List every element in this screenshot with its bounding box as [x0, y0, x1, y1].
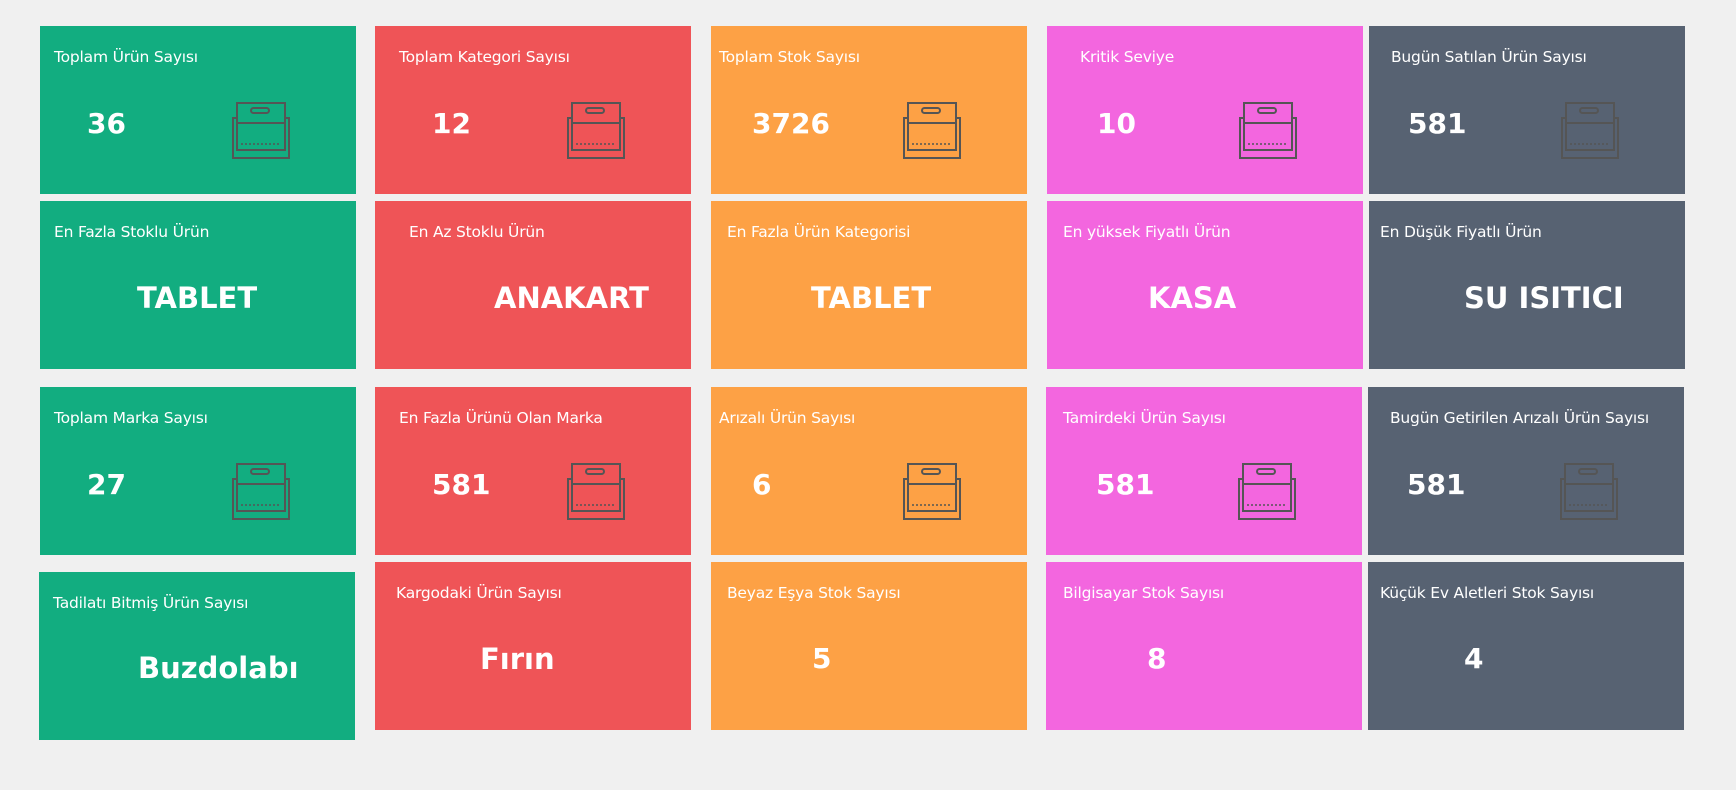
card-lowest-price-product[interactable]: En Düşük Fiyatlı Ürün SU ISITICI — [1369, 201, 1685, 369]
card-value: 6 — [752, 468, 772, 501]
inbox-icon — [567, 102, 625, 159]
card-title: Bilgisayar Stok Sayısı — [1063, 584, 1225, 602]
inbox-icon — [232, 463, 290, 520]
card-value: 5 — [812, 642, 832, 675]
card-highest-price-product[interactable]: En yüksek Fiyatlı Ürün KASA — [1047, 201, 1363, 369]
card-value: 4 — [1464, 642, 1484, 675]
card-value: ANAKART — [494, 281, 649, 315]
card-title: Arızalı Ürün Sayısı — [719, 409, 856, 427]
card-title: Toplam Stok Sayısı — [719, 48, 860, 66]
inbox-icon — [903, 102, 961, 159]
card-title: Toplam Ürün Sayısı — [54, 48, 198, 66]
card-total-categories[interactable]: Toplam Kategori Sayısı 12 — [375, 26, 691, 194]
card-computer-stock[interactable]: Bilgisayar Stok Sayısı 8 — [1046, 562, 1362, 730]
card-title: Kargodaki Ürün Sayısı — [396, 584, 562, 602]
inbox-icon — [567, 463, 625, 520]
inbox-icon — [1239, 102, 1297, 159]
card-title: En Fazla Ürünü Olan Marka — [399, 409, 603, 427]
card-value: 10 — [1097, 107, 1136, 140]
card-top-category[interactable]: En Fazla Ürün Kategorisi TABLET — [711, 201, 1027, 369]
card-critical-level[interactable]: Kritik Seviye 10 — [1047, 26, 1363, 194]
inbox-icon — [232, 102, 290, 159]
card-value: SU ISITICI — [1464, 281, 1624, 315]
card-total-products[interactable]: Toplam Ürün Sayısı 36 — [40, 26, 356, 194]
card-in-cargo[interactable]: Kargodaki Ürün Sayısı Fırın — [375, 562, 691, 730]
card-faulty-products[interactable]: Arızalı Ürün Sayısı 6 — [711, 387, 1027, 555]
card-title: Bugün Getirilen Arızalı Ürün Sayısı — [1390, 409, 1650, 427]
inbox-icon — [903, 463, 961, 520]
card-title: Küçük Ev Aletleri Stok Sayısı — [1380, 584, 1595, 602]
card-value: Fırın — [480, 642, 555, 676]
card-title: Kritik Seviye — [1080, 48, 1175, 66]
card-small-appliances-stock[interactable]: Küçük Ev Aletleri Stok Sayısı 4 — [1368, 562, 1684, 730]
card-title: En Fazla Stoklu Ürün — [54, 223, 210, 241]
card-value: 581 — [432, 468, 491, 501]
card-value: 8 — [1147, 642, 1167, 675]
card-title: Beyaz Eşya Stok Sayısı — [727, 584, 901, 602]
card-title: En Fazla Ürün Kategorisi — [727, 223, 911, 241]
inbox-icon — [1238, 463, 1296, 520]
card-value: TABLET — [811, 281, 932, 315]
card-title: En Düşük Fiyatlı Ürün — [1380, 223, 1542, 241]
card-value: Buzdolabı — [138, 651, 299, 685]
card-title: Toplam Kategori Sayısı — [399, 48, 570, 66]
card-top-brand[interactable]: En Fazla Ürünü Olan Marka 581 — [375, 387, 691, 555]
card-value: 36 — [87, 107, 126, 140]
card-in-repair[interactable]: Tamirdeki Ürün Sayısı 581 — [1046, 387, 1362, 555]
card-value: 581 — [1096, 468, 1155, 501]
card-title: En Az Stoklu Ürün — [409, 223, 545, 241]
card-sold-today[interactable]: Bugün Satılan Ürün Sayısı 581 — [1369, 26, 1685, 194]
card-faulty-today[interactable]: Bugün Getirilen Arızalı Ürün Sayısı 581 — [1368, 387, 1684, 555]
inbox-icon — [1561, 102, 1619, 159]
card-title: Tadilatı Bitmiş Ürün Sayısı — [53, 594, 249, 612]
card-total-stock[interactable]: Toplam Stok Sayısı 3726 — [711, 26, 1027, 194]
card-title: En yüksek Fiyatlı Ürün — [1063, 223, 1231, 241]
card-total-brands[interactable]: Toplam Marka Sayısı 27 — [40, 387, 356, 555]
card-value: KASA — [1148, 281, 1237, 315]
card-title: Bugün Satılan Ürün Sayısı — [1391, 48, 1587, 66]
card-title: Tamirdeki Ürün Sayısı — [1063, 409, 1226, 427]
card-value: TABLET — [137, 281, 258, 315]
card-least-stocked-product[interactable]: En Az Stoklu Ürün ANAKART — [375, 201, 691, 369]
card-value: 3726 — [752, 107, 830, 140]
card-repair-completed[interactable]: Tadilatı Bitmiş Ürün Sayısı Buzdolabı — [39, 572, 355, 740]
card-white-goods-stock[interactable]: Beyaz Eşya Stok Sayısı 5 — [711, 562, 1027, 730]
card-value: 27 — [87, 468, 126, 501]
inbox-icon — [1560, 463, 1618, 520]
card-value: 581 — [1408, 107, 1467, 140]
card-title: Toplam Marka Sayısı — [54, 409, 208, 427]
card-value: 12 — [432, 107, 471, 140]
card-value: 581 — [1407, 468, 1466, 501]
card-most-stocked-product[interactable]: En Fazla Stoklu Ürün TABLET — [40, 201, 356, 369]
